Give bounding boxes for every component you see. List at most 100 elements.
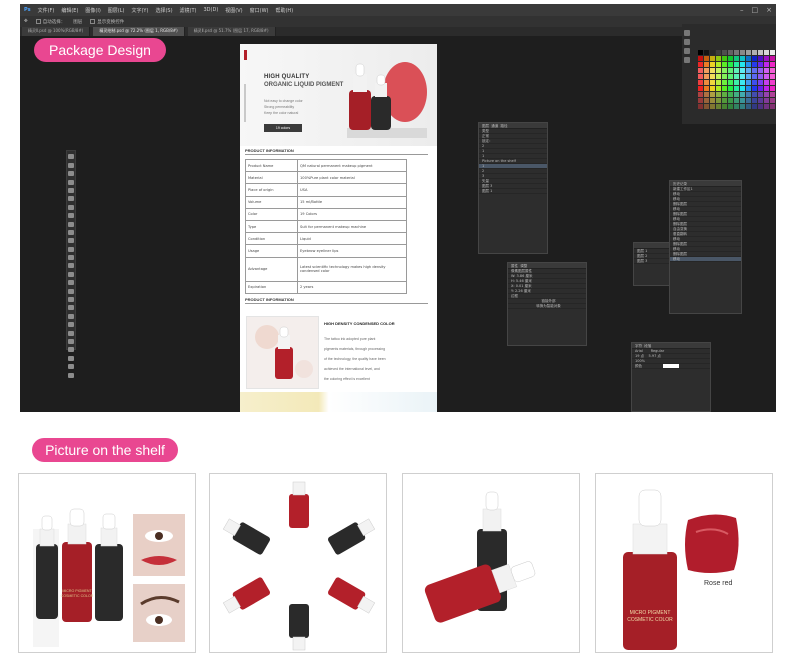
- tool-icon[interactable]: [68, 305, 74, 311]
- color-swatch[interactable]: [722, 80, 727, 85]
- color-swatch[interactable]: [722, 74, 727, 79]
- color-swatch[interactable]: [704, 50, 709, 55]
- color-swatch[interactable]: [752, 104, 757, 109]
- color-swatch[interactable]: [698, 80, 703, 85]
- color-swatch[interactable]: [758, 56, 763, 61]
- close-icon[interactable]: ×: [766, 6, 772, 14]
- tool-icon[interactable]: [68, 238, 74, 244]
- layer-row[interactable]: 图层 1: [479, 189, 547, 194]
- tool-icon[interactable]: [68, 372, 74, 378]
- color-swatch[interactable]: [728, 68, 733, 73]
- color-swatch[interactable]: [770, 80, 775, 85]
- color-swatch[interactable]: [710, 68, 715, 73]
- color-swatch[interactable]: [758, 104, 763, 109]
- menu-item[interactable]: 3D(D): [204, 7, 219, 13]
- swatch-grid[interactable]: [698, 50, 776, 109]
- color-swatch[interactable]: [746, 104, 751, 109]
- color-swatch[interactable]: [728, 98, 733, 103]
- color-swatch[interactable]: [746, 62, 751, 67]
- color-swatch[interactable]: [770, 68, 775, 73]
- layer-row[interactable]: 图层 3: [634, 259, 672, 264]
- color-swatch[interactable]: [716, 56, 721, 61]
- color-swatch[interactable]: [740, 104, 745, 109]
- color-swatch[interactable]: [770, 74, 775, 79]
- color-swatch[interactable]: [710, 86, 715, 91]
- color-swatch[interactable]: [764, 80, 769, 85]
- tab-properties[interactable]: 属性: [511, 264, 518, 268]
- color-swatch[interactable]: [734, 62, 739, 67]
- tool-icon[interactable]: [68, 221, 74, 227]
- color-swatch[interactable]: [764, 68, 769, 73]
- minimize-icon[interactable]: –: [740, 6, 744, 14]
- color-swatch[interactable]: [764, 98, 769, 103]
- color-swatch[interactable]: [770, 104, 775, 109]
- color-swatch[interactable]: [722, 104, 727, 109]
- color-swatch[interactable]: [740, 86, 745, 91]
- color-swatch[interactable]: [740, 80, 745, 85]
- history-item-current[interactable]: 移动: [670, 257, 741, 262]
- tool-icon[interactable]: [68, 288, 74, 294]
- color-swatch[interactable]: [746, 80, 751, 85]
- tool-icon[interactable]: [68, 271, 74, 277]
- color-swatch[interactable]: [698, 74, 703, 79]
- tool-icon[interactable]: [68, 322, 74, 328]
- color-swatch[interactable]: [734, 104, 739, 109]
- color-swatch[interactable]: [740, 98, 745, 103]
- color-swatch[interactable]: [704, 68, 709, 73]
- tool-icon[interactable]: [68, 338, 74, 344]
- color-swatch[interactable]: [770, 92, 775, 97]
- move-tool-icon[interactable]: ✥: [24, 19, 28, 24]
- color-swatch[interactable]: [710, 74, 715, 79]
- tool-icon[interactable]: [68, 204, 74, 210]
- color-swatch[interactable]: [710, 80, 715, 85]
- color-swatch[interactable]: [740, 62, 745, 67]
- panel-icon[interactable]: [684, 57, 690, 63]
- color-swatch[interactable]: [770, 56, 775, 61]
- menu-item[interactable]: 编辑(E): [61, 7, 78, 14]
- tab-character[interactable]: 字符: [635, 344, 642, 348]
- tool-icon[interactable]: [68, 280, 74, 286]
- color-swatch[interactable]: [740, 50, 745, 55]
- color-swatch[interactable]: [704, 98, 709, 103]
- color-swatch[interactable]: [716, 50, 721, 55]
- color-swatch[interactable]: [710, 98, 715, 103]
- color-swatch[interactable]: [704, 92, 709, 97]
- tab-paths[interactable]: 路径: [500, 124, 507, 128]
- color-swatch[interactable]: [752, 80, 757, 85]
- color-swatch[interactable]: [770, 98, 775, 103]
- color-swatch[interactable]: [698, 104, 703, 109]
- color-swatch[interactable]: [746, 92, 751, 97]
- menu-item[interactable]: 滤镜(T): [180, 7, 197, 14]
- color-swatch[interactable]: [734, 56, 739, 61]
- color-swatch[interactable]: [704, 62, 709, 67]
- color-swatch[interactable]: [728, 56, 733, 61]
- color-swatch[interactable]: [752, 62, 757, 67]
- color-swatch[interactable]: [716, 74, 721, 79]
- convert-smart-object-button[interactable]: 转换为智能对象: [508, 304, 586, 309]
- tool-icon[interactable]: [68, 229, 74, 235]
- menu-item[interactable]: 窗口(W): [250, 7, 269, 14]
- color-swatch[interactable]: [728, 104, 733, 109]
- color-swatch[interactable]: [722, 98, 727, 103]
- tab-layers[interactable]: 图层: [482, 124, 489, 128]
- menu-item[interactable]: 文字(Y): [131, 7, 148, 14]
- color-swatch[interactable]: [704, 104, 709, 109]
- color-swatch[interactable]: [710, 62, 715, 67]
- color-swatch[interactable]: [728, 62, 733, 67]
- color-swatch[interactable]: [740, 92, 745, 97]
- color-swatch[interactable]: [758, 50, 763, 55]
- color-swatch[interactable]: [734, 92, 739, 97]
- color-swatch[interactable]: [728, 74, 733, 79]
- color-swatch[interactable]: [698, 98, 703, 103]
- panel-icon[interactable]: [684, 39, 690, 45]
- document-tab[interactable]: 精灵Ⅱ.psd @ 51.7% (图层 17, RGB/8#): [187, 27, 276, 36]
- color-swatch[interactable]: [704, 56, 709, 61]
- tool-icon[interactable]: [68, 263, 74, 269]
- color-swatch[interactable]: [734, 80, 739, 85]
- color-swatch[interactable]: [716, 98, 721, 103]
- color-swatch[interactable]: [716, 86, 721, 91]
- color-swatch[interactable]: [704, 80, 709, 85]
- tool-icon[interactable]: [68, 187, 74, 193]
- menu-item[interactable]: 图像(I): [85, 7, 100, 14]
- color-swatch[interactable]: [758, 62, 763, 67]
